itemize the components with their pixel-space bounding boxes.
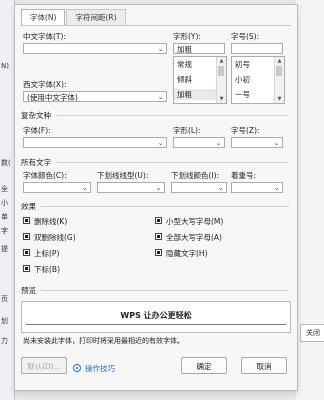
western-font-select[interactable]: (使用中文字体) ⌄ bbox=[23, 91, 167, 102]
ok-button[interactable]: 确定 bbox=[181, 357, 227, 374]
bg-fragment: 全 bbox=[1, 185, 8, 193]
all-caps-checkbox[interactable] bbox=[155, 233, 162, 240]
preview-sample: WPS 让办公更轻松 bbox=[120, 311, 192, 320]
subscript-label[interactable]: 下标(B) bbox=[34, 264, 60, 275]
underline-type-label: 下划线线型(U): bbox=[97, 171, 149, 180]
scrollbar-thumb[interactable] bbox=[218, 66, 224, 76]
bg-fragment: 数( bbox=[1, 159, 11, 167]
font-style-input[interactable]: 加粗 bbox=[173, 43, 225, 54]
background-left-panel: N) 数( 全 小 单 字 提 页 划 力 bbox=[0, 0, 15, 400]
bg-fragment: 提 bbox=[1, 245, 8, 253]
font-size-list[interactable]: 初号 小初 一号 ▲ ▼ bbox=[231, 56, 285, 104]
bg-fragment: N) bbox=[1, 62, 9, 70]
chevron-down-icon: ⌄ bbox=[157, 139, 164, 147]
complex-style-label: 字形(L): bbox=[173, 126, 201, 135]
section-divider bbox=[41, 290, 289, 291]
cancel-button[interactable]: 取消 bbox=[241, 357, 287, 374]
tab-divider bbox=[21, 25, 291, 26]
list-item[interactable]: 一号 bbox=[235, 89, 250, 100]
section-divider bbox=[41, 206, 289, 207]
double-strikethrough-label[interactable]: 双删除线(G) bbox=[34, 232, 76, 243]
emphasis-label: 着重号: bbox=[231, 171, 257, 180]
hidden-text-label[interactable]: 隐藏文字(H) bbox=[166, 248, 208, 259]
underline-type-select[interactable]: ⌄ bbox=[97, 182, 165, 193]
chevron-down-icon: ⌄ bbox=[217, 184, 224, 192]
scroll-up-icon[interactable]: ▲ bbox=[275, 57, 284, 65]
chevron-down-icon: ⌄ bbox=[157, 45, 164, 53]
bg-fragment: 单 bbox=[1, 213, 8, 221]
double-strikethrough-checkbox[interactable] bbox=[23, 233, 30, 240]
chevron-down-icon: ⌄ bbox=[157, 93, 164, 101]
superscript-label[interactable]: 上标(P) bbox=[34, 248, 59, 259]
chevron-down-icon: ⌄ bbox=[215, 139, 222, 147]
font-color-select[interactable]: ⌄ bbox=[23, 182, 91, 193]
complex-script-title: 复杂文种 bbox=[21, 111, 51, 120]
font-style-list[interactable]: 常规 倾斜 加粗 ▲ ▼ bbox=[173, 56, 227, 104]
underline-color-label: 下划线颜色(I): bbox=[171, 171, 220, 180]
list-item[interactable]: 倾斜 bbox=[177, 74, 192, 85]
preview-title: 预览 bbox=[21, 286, 36, 295]
scrollbar[interactable]: ▲ ▼ bbox=[216, 57, 226, 103]
scroll-down-icon[interactable]: ▼ bbox=[217, 95, 226, 103]
scrollbar[interactable]: ▲ ▼ bbox=[274, 57, 284, 103]
bg-fragment: 力 bbox=[1, 337, 8, 345]
tab-character-spacing[interactable]: 字符间距(R) bbox=[66, 9, 126, 25]
scroll-down-icon[interactable]: ▼ bbox=[275, 95, 284, 103]
complex-style-select[interactable]: ⌄ bbox=[173, 137, 225, 148]
font-size-label: 字号(S): bbox=[231, 32, 260, 41]
chevron-down-icon: ⌄ bbox=[155, 184, 162, 192]
hidden-text-checkbox[interactable] bbox=[155, 249, 162, 256]
default-button[interactable]: 默认(D)... bbox=[21, 357, 67, 374]
list-item[interactable]: 初号 bbox=[235, 59, 250, 70]
preview-note: 尚未安装此字体，打印时将采用最相近的有效字体。 bbox=[23, 337, 184, 345]
tips-label: 操作技巧 bbox=[85, 364, 115, 373]
underline-color-select[interactable]: ⌄ bbox=[171, 182, 227, 193]
all-caps-label[interactable]: 全部大写字母(A) bbox=[166, 232, 222, 243]
bg-fragment: 页 bbox=[1, 295, 8, 303]
font-color-label: 字体颜色(C): bbox=[23, 171, 67, 180]
tab-font[interactable]: 字体(N) bbox=[21, 9, 66, 26]
scroll-up-icon[interactable]: ▲ bbox=[217, 57, 226, 65]
section-divider bbox=[57, 115, 289, 116]
scrollbar-thumb[interactable] bbox=[276, 66, 282, 76]
complex-size-label: 字号(Z): bbox=[231, 126, 260, 135]
complex-size-select[interactable]: ⌄ bbox=[231, 137, 283, 148]
effects-title: 效果 bbox=[21, 202, 36, 211]
chinese-font-label: 中文字体(T): bbox=[23, 32, 66, 41]
list-item-selected[interactable]: 加粗 bbox=[174, 89, 217, 100]
preview-baseline bbox=[26, 324, 286, 325]
tab-bar: 字体(N) 字符间距(R) bbox=[21, 9, 127, 26]
font-dialog: 字体(N) 字符间距(R) 中文字体(T): ⌄ 字形(Y): 加粗 常规 倾斜… bbox=[14, 4, 298, 391]
complex-font-label: 字体(F): bbox=[23, 126, 51, 135]
chinese-font-select[interactable]: ⌄ bbox=[23, 43, 167, 54]
strikethrough-label[interactable]: 删除线(K) bbox=[34, 216, 67, 227]
chevron-down-icon: ⌄ bbox=[273, 184, 280, 192]
list-item[interactable]: 小初 bbox=[235, 74, 250, 85]
lightbulb-icon bbox=[73, 364, 81, 372]
western-font-value: (使用中文字体) bbox=[27, 93, 78, 102]
small-caps-checkbox[interactable] bbox=[155, 217, 162, 224]
emphasis-select[interactable]: ⌄ bbox=[231, 182, 283, 193]
font-size-input[interactable] bbox=[231, 43, 283, 54]
superscript-checkbox[interactable] bbox=[23, 249, 30, 256]
subscript-checkbox[interactable] bbox=[23, 265, 30, 272]
western-font-label: 西文字体(X): bbox=[23, 80, 67, 89]
strikethrough-checkbox[interactable] bbox=[23, 217, 30, 224]
complex-font-select[interactable]: ⌄ bbox=[23, 137, 167, 148]
tips-link[interactable]: 操作技巧 bbox=[73, 363, 115, 374]
chevron-down-icon: ⌄ bbox=[81, 184, 88, 192]
bg-fragment: 划 bbox=[1, 317, 8, 325]
all-text-title: 所有文字 bbox=[21, 158, 51, 167]
bg-fragment: 字 bbox=[1, 227, 8, 235]
font-style-value: 加粗 bbox=[177, 45, 192, 54]
bg-fragment: 小 bbox=[1, 199, 8, 207]
small-caps-label[interactable]: 小型大写字母(M) bbox=[166, 216, 223, 227]
preview-box: WPS 让办公更轻松 bbox=[21, 301, 291, 333]
section-divider bbox=[57, 162, 289, 163]
list-item[interactable]: 常规 bbox=[177, 59, 192, 70]
font-style-label: 字形(Y): bbox=[173, 32, 201, 41]
chevron-down-icon: ⌄ bbox=[273, 139, 280, 147]
background-close-button[interactable]: 关闭 bbox=[300, 324, 324, 342]
